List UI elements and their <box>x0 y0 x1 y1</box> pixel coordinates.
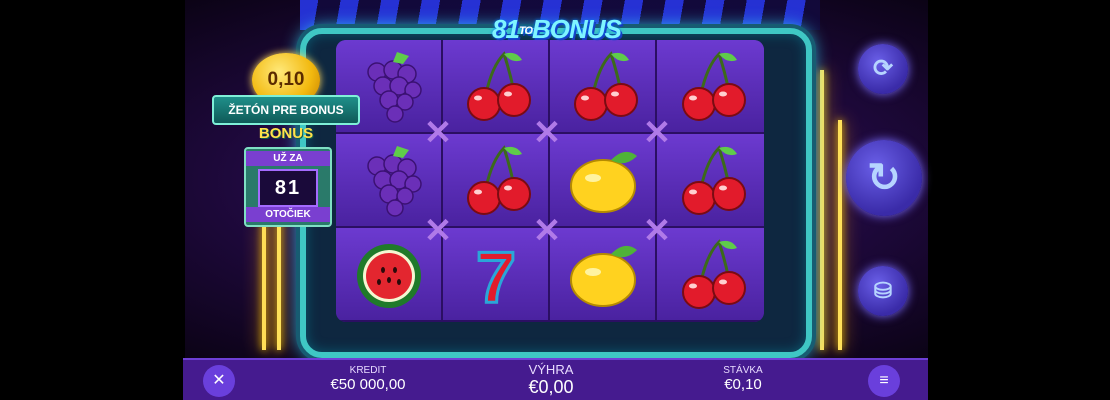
coin-stack-icon: ⛁ <box>873 278 893 303</box>
cherries-icon <box>563 46 643 126</box>
win-display: VÝHRA €0,00 <box>491 362 611 398</box>
bonus-title: BONUS <box>258 125 314 142</box>
logo-to: TO <box>518 25 533 38</box>
cherries-icon <box>456 140 536 220</box>
win-value: €0,00 <box>528 377 574 397</box>
neon-light <box>262 220 266 350</box>
left-letterbox <box>0 0 185 400</box>
watermelon-icon <box>349 234 429 314</box>
grapes-icon <box>349 140 429 220</box>
bonus-box: UŽ ZA 81 OTOČIEK <box>244 147 332 227</box>
lemon-icon <box>563 140 643 220</box>
spin-icon: ↻ <box>867 156 901 200</box>
grapes-icon <box>349 46 429 126</box>
bet-display: STÁVKA €0,10 <box>688 365 798 393</box>
menu-button[interactable]: ≡ <box>868 365 900 397</box>
reel-cell <box>657 40 764 134</box>
reel-separator-icon: ✕ <box>423 212 453 250</box>
reel-separator-icon: ✕ <box>642 114 672 152</box>
reel-cell <box>550 228 657 322</box>
game-logo: 81TOBONUS <box>492 14 622 54</box>
credit-label: KREDIT <box>349 365 387 376</box>
bonus-top-tag: UŽ ZA <box>246 151 330 166</box>
menu-icon: ≡ <box>879 372 889 389</box>
bottom-bar: ✕ KREDIT €50 000,00 VÝHRA €0,00 STÁVKA €… <box>183 358 928 400</box>
cherries-icon <box>671 234 751 314</box>
game-screen: 7 ✕ ✕ ✕ ✕ ✕ ✕ 81TOBONUS 0,10 ŽETÓN PRE B… <box>0 0 1110 400</box>
reel-cell <box>657 228 764 322</box>
bet-value: €0,10 <box>724 376 762 393</box>
coin-ribbon: ŽETÓN PRE BONUS <box>212 95 360 125</box>
neon-light <box>838 120 842 350</box>
lemon-icon <box>563 234 643 314</box>
bonus-bottom-tag: OTOČIEK <box>246 207 330 222</box>
bonus-spin-count: 81 <box>258 169 318 207</box>
cherries-icon <box>456 46 536 126</box>
cherries-icon <box>671 140 751 220</box>
sound-off-icon: ✕ <box>212 372 226 389</box>
reel-separator-icon: ✕ <box>642 212 672 250</box>
bet-label: STÁVKA <box>723 365 763 376</box>
autoplay-button[interactable]: ⟳ <box>858 44 908 94</box>
bonus-counter-panel: BONUS UŽ ZA 81 OTOČIEK <box>244 125 332 227</box>
reel-cell <box>657 134 764 228</box>
sound-toggle-button[interactable]: ✕ <box>203 365 235 397</box>
cherries-icon <box>671 46 751 126</box>
svg-text:7: 7 <box>475 238 515 314</box>
right-letterbox <box>928 0 1110 400</box>
reel-separator-icon: ✕ <box>423 114 453 152</box>
reel-separator-icon: ✕ <box>532 114 562 152</box>
seven-icon: 7 <box>456 234 536 320</box>
spin-button[interactable]: ↻ <box>846 140 922 216</box>
credit-display: KREDIT €50 000,00 <box>308 365 428 393</box>
reels-grid: 7 <box>336 40 764 322</box>
reel-cell <box>550 40 657 134</box>
reel-cell <box>550 134 657 228</box>
neon-light <box>820 70 824 350</box>
logo-word: BONUS <box>532 14 622 44</box>
win-label: VÝHRA <box>528 362 574 377</box>
bet-button[interactable]: ⛁ <box>858 266 908 316</box>
reel-separator-icon: ✕ <box>532 212 562 250</box>
autoplay-icon: ⟳ <box>872 55 894 82</box>
logo-number: 81 <box>492 14 520 44</box>
credit-value: €50 000,00 <box>330 376 406 393</box>
